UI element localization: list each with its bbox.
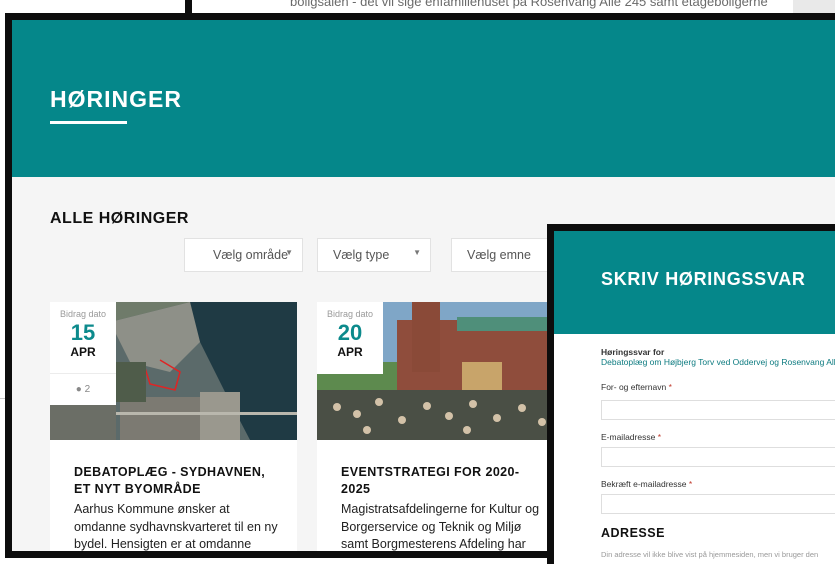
address-note: Din adresse vil ikke blive vist på hjemm…	[601, 550, 819, 559]
topic-filter-label: Vælg emne	[467, 248, 531, 262]
required-marker: *	[657, 432, 662, 442]
email-field-label-text: E-mailadresse	[601, 432, 656, 442]
date-day: 20	[337, 320, 363, 345]
hero-banner: HØRINGER	[12, 20, 835, 177]
card-title[interactable]: EVENTSTRATEGI FOR 2020- 2025	[341, 464, 551, 498]
section-title: ALLE HØRINGER	[50, 210, 189, 227]
card-excerpt: Magistratsafdelingerne for Kultur og Bor…	[341, 502, 540, 551]
card-title[interactable]: DEBATOPLÆG - SYDHAVNEN, ET NYT BYOMRÅDE	[74, 464, 284, 498]
caret-down-icon: ▼	[413, 248, 421, 257]
response-form: Høringssvar for Debatoplæg om Højbjerg T…	[601, 345, 835, 559]
response-form-window: SKRIV HØRINGSSVAR Høringssvar for Debato…	[547, 224, 835, 564]
email-field-label: E-mailadresse *	[601, 432, 835, 442]
type-filter-select[interactable]: Vælg type ▼	[317, 238, 431, 272]
date-caption: Bidrag dato	[59, 309, 107, 319]
date-day: 15	[70, 320, 96, 345]
comment-count-value: 2	[84, 384, 91, 395]
card-excerpt: Aarhus Kommune ønsker at omdanne sydhavn…	[74, 502, 278, 551]
hearing-card[interactable]: Bidrag dato 15 APR ● 2 DEBATOPLÆG - SYDH…	[50, 302, 297, 551]
form-hero-banner: SKRIV HØRINGSSVAR	[554, 231, 835, 334]
area-filter-select[interactable]: Vælg område ▼	[184, 238, 303, 272]
name-field-label-text: For- og efternavn	[601, 382, 667, 392]
address-heading: ADRESSE	[601, 526, 665, 540]
name-field-label: For- og efternavn *	[601, 382, 835, 392]
email-input[interactable]	[601, 447, 835, 467]
comment-count: ● 2	[50, 373, 116, 406]
card-title-line2: 2025	[341, 482, 371, 496]
date-caption: Bidrag dato	[326, 309, 374, 319]
required-marker: *	[688, 479, 693, 489]
area-filter-label: Vælg område	[213, 248, 289, 262]
confirm-email-field-label: Bekræft e-mailadresse *	[601, 479, 835, 489]
form-title: SKRIV HØRINGSSVAR	[601, 269, 806, 289]
date-month: APR	[337, 345, 363, 359]
card-title-line1: DEBATOPLÆG - SYDHAVNEN,	[74, 465, 266, 479]
title-underline	[50, 121, 127, 124]
comment-icon: ●	[75, 384, 82, 395]
contribution-date: Bidrag dato 20 APR	[317, 302, 383, 374]
name-input[interactable]	[601, 400, 835, 420]
type-filter-label: Vælg type	[333, 248, 390, 262]
confirm-email-field-label-text: Bekræft e-mailadresse	[601, 479, 687, 489]
confirm-email-input[interactable]	[601, 494, 835, 514]
hearing-link[interactable]: Debatoplæg om Højbjerg Torv ved Oddervej…	[601, 357, 835, 367]
required-marker: *	[668, 382, 672, 392]
caret-down-icon: ▼	[285, 248, 293, 257]
date-month: APR	[70, 345, 96, 359]
background-window-scroll-area	[793, 0, 835, 14]
background-window: boligsalen - det vil sige enfamiliehuset…	[185, 0, 835, 14]
card-title-line1: EVENTSTRATEGI FOR 2020-	[341, 465, 520, 479]
for-label: Høringssvar for	[601, 347, 665, 357]
hearing-card[interactable]: Bidrag dato 20 APR EVENTSTRATEGI FOR 202…	[317, 302, 552, 551]
page-title: HØRINGER	[50, 86, 182, 112]
background-window-text: boligsalen - det vil sige enfamiliehuset…	[290, 0, 768, 9]
contribution-date: Bidrag dato 15 APR ● 2	[50, 302, 116, 405]
card-title-line2: ET NYT BYOMRÅDE	[74, 482, 201, 496]
background-window-frame	[185, 0, 192, 14]
